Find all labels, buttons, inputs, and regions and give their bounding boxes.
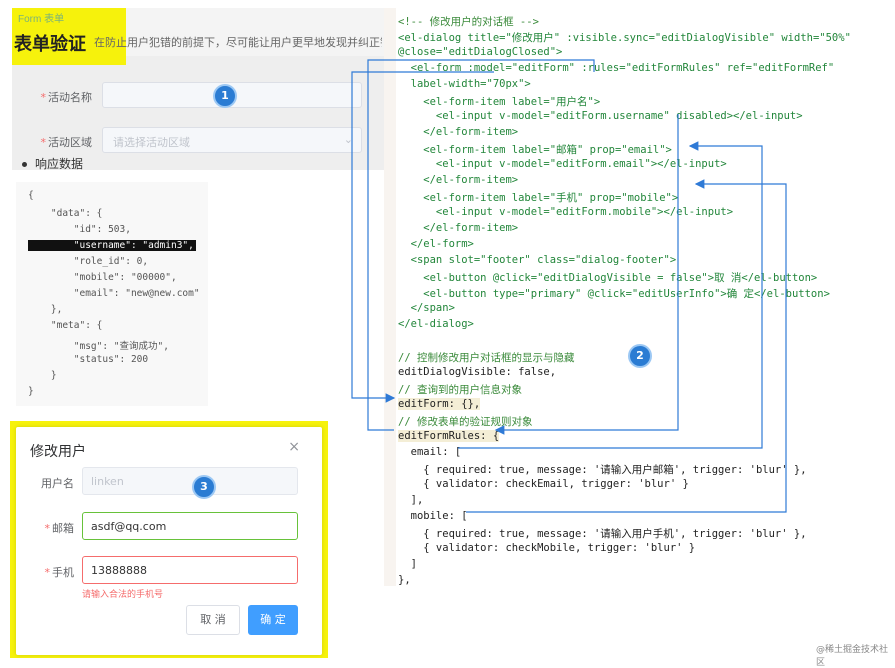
arrow-rules-to-editformrules [367,59,595,431]
arrow-model-to-editform [351,71,494,403]
arrow-email-rule-to-prop [458,141,763,449]
arrow-username-to-editform [494,114,679,435]
watermark: @稀土掘金技术社区 [816,645,889,668]
connector-arrows [351,59,787,513]
arrow-mobile-rule-to-prop [466,179,787,513]
